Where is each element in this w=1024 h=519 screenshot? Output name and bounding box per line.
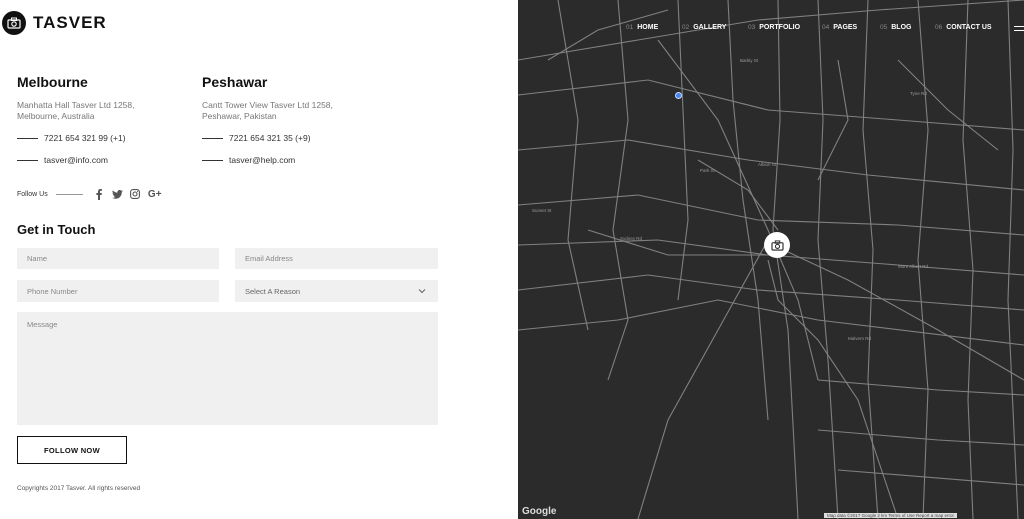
office-email[interactable]: tasver@info.com (44, 155, 108, 165)
office-address-line1: Manhatta Hall Tasver Ltd 1258, (17, 100, 135, 110)
email-input[interactable]: Email Address (235, 248, 438, 269)
nav-item-contact-us[interactable]: 06 CONTACT US (935, 24, 992, 31)
location-marker-icon[interactable] (675, 92, 682, 99)
form-title: Get in Touch (17, 222, 96, 237)
nav-label: CONTACT US (946, 24, 992, 31)
nav-number: 04 (822, 24, 830, 31)
office-phone[interactable]: 7221 654 321 35 (+9) (229, 133, 311, 143)
google-plus-icon[interactable]: G+ (147, 188, 163, 200)
reason-select-value: Select A Reason (245, 286, 301, 296)
map-pin-camera-icon[interactable] (764, 232, 790, 258)
office-email[interactable]: tasver@help.com (229, 155, 295, 165)
google-logo[interactable]: Google (522, 506, 556, 517)
nav-label: PORTFOLIO (759, 24, 801, 31)
brand-name: TASVER (33, 13, 107, 32)
office-phone[interactable]: 7221 654 321 99 (+1) (44, 133, 126, 143)
message-textarea[interactable]: Message (17, 312, 438, 425)
divider (202, 137, 223, 139)
nav-item-portfolio[interactable]: 03 PORTFOLIO (748, 24, 800, 31)
nav-number: 03 (748, 24, 756, 31)
office-phone-row: 7221 654 321 99 (+1) (17, 133, 187, 143)
office-city: Peshawar (202, 74, 268, 90)
reason-select[interactable]: Select A Reason (235, 280, 438, 302)
svg-text:More Albert Rd: More Albert Rd (898, 264, 929, 269)
office-address-line1: Cantt Tower View Tasver Ltd 1258, (202, 100, 333, 110)
svg-text:Malvern Rd: Malvern Rd (848, 336, 872, 341)
nav-label: HOME (637, 24, 659, 31)
office-melbourne: Melbourne Manhatta Hall Tasver Ltd 1258,… (17, 74, 187, 165)
office-address-line2: Melbourne, Australia (17, 111, 95, 121)
nav-item-home[interactable]: 01 HOME (626, 24, 658, 31)
divider (202, 159, 223, 161)
chevron-down-icon (418, 287, 426, 296)
street-map[interactable]: Barkly St Park St Albion St Sydney Rd Mo… (518, 0, 1024, 519)
menu-icon[interactable] (1014, 26, 1024, 34)
brand-logo[interactable]: TASVER (2, 11, 107, 35)
camera-icon (2, 11, 26, 35)
divider (17, 137, 38, 139)
follow-us: Follow Us G+ (17, 188, 168, 200)
office-city: Melbourne (17, 74, 88, 90)
name-input[interactable]: Name (17, 248, 219, 269)
copyright-text: Copyrights 2017 Tasver. All rights reser… (17, 485, 141, 492)
nav-label: GALLERY (693, 24, 727, 31)
svg-text:Sunset St: Sunset St (532, 208, 552, 213)
nav-number: 05 (880, 24, 888, 31)
divider (17, 159, 38, 161)
follow-now-button[interactable]: FOLLOW NOW (17, 436, 127, 464)
map-attribution[interactable]: Map data ©2017 Google 2 km Terms of Use … (824, 513, 958, 518)
office-address-line2: Peshawar, Pakistan (202, 111, 277, 121)
office-phone-row: 7221 654 321 35 (+9) (202, 133, 372, 143)
svg-text:Tyne Rd: Tyne Rd (910, 91, 927, 96)
nav-label: PAGES (833, 24, 858, 31)
svg-text:Barkly St: Barkly St (740, 58, 759, 63)
instagram-icon[interactable] (129, 188, 142, 200)
phone-input[interactable]: Phone Number (17, 280, 219, 302)
office-email-row: tasver@help.com (202, 155, 372, 165)
facebook-icon[interactable] (93, 188, 106, 200)
twitter-icon[interactable] (111, 188, 124, 200)
svg-text:Sydney Rd: Sydney Rd (620, 236, 643, 241)
svg-text:Albion St: Albion St (758, 162, 777, 167)
map-panel[interactable]: Barkly St Park St Albion St Sydney Rd Mo… (518, 0, 1024, 519)
nav-number: 06 (935, 24, 943, 31)
office-peshawar: Peshawar Cantt Tower View Tasver Ltd 125… (202, 74, 372, 165)
office-email-row: tasver@info.com (17, 155, 187, 165)
nav-item-blog[interactable]: 05 BLOG (880, 24, 911, 31)
nav-number: 01 (626, 24, 634, 31)
nav-item-gallery[interactable]: 02 GALLERY (682, 24, 726, 31)
nav-item-pages[interactable]: 04 PAGES (822, 24, 857, 31)
contact-panel: TASVER Melbourne Manhatta Hall Tasver Lt… (0, 0, 518, 519)
follow-label: Follow Us (17, 190, 48, 198)
nav-label: BLOG (891, 24, 912, 31)
divider (55, 193, 83, 195)
nav-number: 02 (682, 24, 690, 31)
svg-text:Park St: Park St (700, 168, 716, 173)
